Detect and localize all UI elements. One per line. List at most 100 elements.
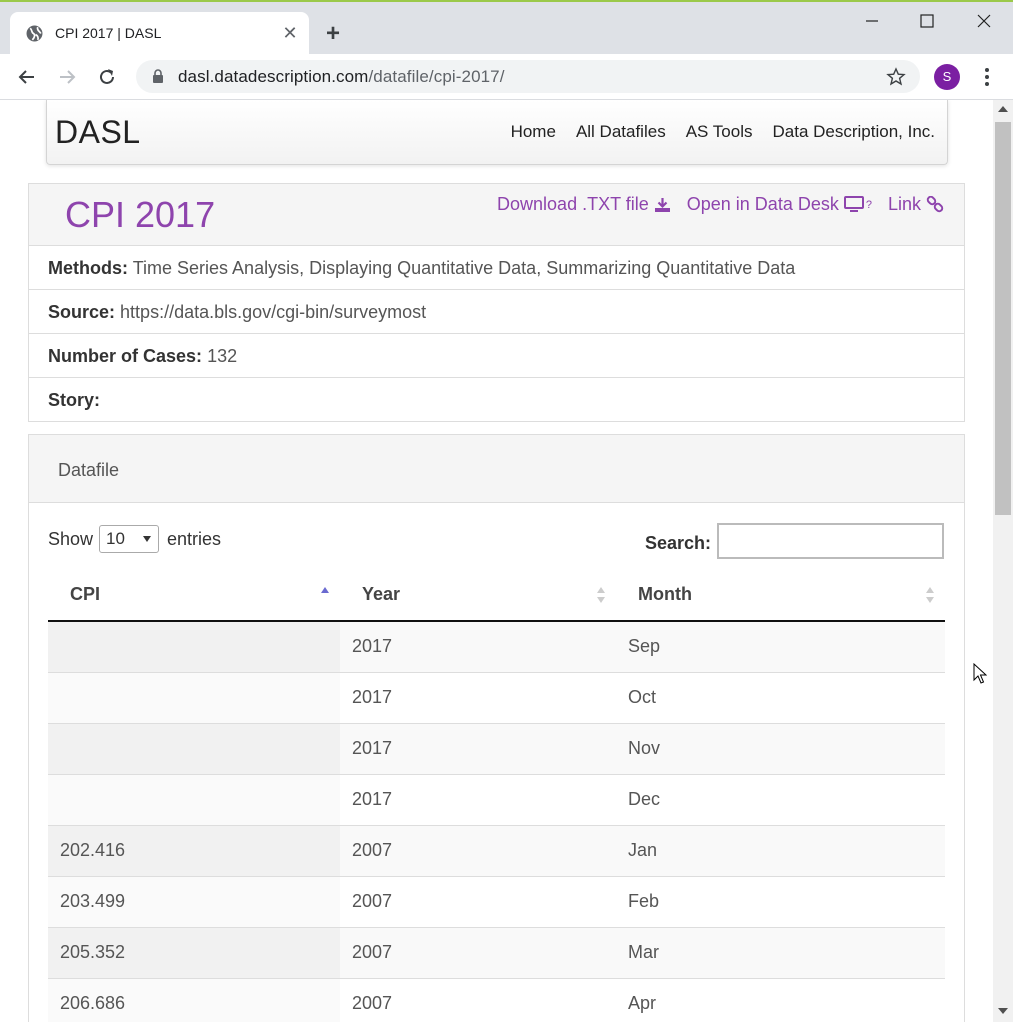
table-row: 2017 Dec — [48, 773, 945, 825]
cell-year: 2007 — [340, 824, 616, 876]
cell-cpi: 206.686 — [48, 977, 340, 1022]
methods-row: Methods: Time Series Analysis, Displayin… — [29, 246, 964, 290]
maximize-icon[interactable] — [914, 10, 940, 32]
cell-cpi — [48, 621, 340, 672]
cell-month: Mar — [616, 926, 945, 978]
table-row: 206.686 2007 Apr — [48, 977, 945, 1022]
brand-logo[interactable]: DASL — [55, 114, 141, 151]
chain-link-icon — [926, 195, 944, 212]
window-close-icon[interactable] — [971, 10, 997, 32]
cell-year: 2017 — [340, 621, 616, 672]
entries-value: 10 — [106, 529, 125, 548]
sort-both-icon — [926, 587, 934, 603]
sort-ascending-icon — [321, 587, 329, 593]
table-controls: Show 10 entries Search: — [29, 503, 964, 575]
url-path: /datafile/cpi-2017/ — [368, 67, 505, 86]
column-label: CPI — [70, 584, 101, 604]
nav-as-tools[interactable]: AS Tools — [686, 122, 753, 142]
cases-value: 132 — [207, 346, 238, 366]
cell-cpi — [48, 722, 340, 774]
datafile-heading: Datafile — [29, 435, 964, 503]
column-header-month[interactable]: Month — [616, 569, 945, 622]
column-header-cpi[interactable]: CPI — [48, 569, 340, 622]
tab-close-icon[interactable]: ✕ — [280, 22, 300, 44]
scroll-up-arrow-icon[interactable] — [998, 106, 1008, 112]
back-arrow-icon[interactable] — [16, 66, 38, 88]
reload-icon[interactable] — [96, 66, 118, 88]
site-navbar: DASL Home All Datafiles AS Tools Data De… — [46, 100, 948, 165]
methods-label: Methods: — [48, 258, 128, 278]
column-label: Year — [362, 584, 401, 604]
cell-year: 2007 — [340, 926, 616, 978]
dataset-header: CPI 2017 Download .TXT file Open in Data… — [29, 184, 964, 246]
cell-cpi — [48, 773, 340, 825]
cases-label: Number of Cases: — [48, 346, 203, 366]
new-tab-icon[interactable]: + — [326, 22, 340, 46]
cell-month: Sep — [616, 621, 945, 672]
download-icon — [654, 197, 670, 212]
cell-year: 2017 — [340, 773, 616, 825]
kebab-menu-icon[interactable] — [977, 66, 997, 88]
cell-year: 2007 — [340, 875, 616, 927]
cell-month: Apr — [616, 977, 945, 1022]
download-txt-link[interactable]: Download .TXT file — [497, 194, 671, 215]
table-row: 2017 Nov — [48, 722, 945, 774]
show-entries: Show 10 entries — [48, 525, 221, 553]
cell-month: Nov — [616, 722, 945, 774]
browser-tab[interactable]: CPI 2017 | DASL ✕ — [10, 12, 309, 56]
source-label: Source: — [48, 302, 116, 322]
table-row: 202.416 2007 Jan — [48, 824, 945, 876]
profile-avatar[interactable]: S — [934, 64, 960, 90]
browser-titlebar: CPI 2017 | DASL ✕ + — [0, 0, 1013, 56]
monitor-icon — [843, 196, 864, 212]
scroll-down-arrow-icon[interactable] — [998, 1008, 1008, 1014]
cell-month: Oct — [616, 671, 945, 723]
page-scrollbar[interactable] — [993, 100, 1013, 1022]
methods-value: Time Series Analysis, Displaying Quantit… — [132, 258, 796, 278]
cell-year: 2007 — [340, 977, 616, 1022]
minimize-icon[interactable] — [859, 10, 885, 32]
show-label: Show — [48, 528, 94, 549]
permalink-link[interactable]: Link — [888, 194, 944, 215]
data-table: CPI Year Month 2017 Sep 2017 Oct 2017 No… — [48, 569, 945, 1022]
bookmark-star-icon[interactable] — [886, 67, 906, 87]
url-text: dasl.datadescription.com/datafile/cpi-20… — [178, 67, 505, 87]
cell-cpi: 202.416 — [48, 824, 340, 876]
dropdown-arrow-icon — [143, 536, 152, 542]
entries-label: entries — [167, 528, 222, 549]
nav-home[interactable]: Home — [511, 122, 556, 142]
address-bar[interactable]: dasl.datadescription.com/datafile/cpi-20… — [136, 60, 920, 93]
table-row: 2017 Oct — [48, 671, 945, 723]
nav-all-datafiles[interactable]: All Datafiles — [576, 122, 666, 142]
sort-both-icon — [597, 587, 605, 603]
cell-month: Dec — [616, 773, 945, 825]
column-header-year[interactable]: Year — [340, 569, 616, 622]
search-label: Search: — [645, 533, 712, 553]
search-input[interactable] — [717, 523, 944, 559]
table-row: 203.499 2007 Feb — [48, 875, 945, 927]
cell-cpi — [48, 671, 340, 723]
browser-toolbar: dasl.datadescription.com/datafile/cpi-20… — [0, 54, 1013, 100]
cell-month: Feb — [616, 875, 945, 927]
lock-icon — [153, 69, 163, 83]
globe-icon — [26, 25, 43, 42]
table-row: 205.352 2007 Mar — [48, 926, 945, 978]
table-row: 2017 Sep — [48, 621, 945, 672]
open-desk-label: Open in Data Desk — [686, 194, 839, 214]
dataset-actions: Download .TXT file Open in Data Desk ? L… — [497, 194, 944, 215]
story-label: Story: — [48, 390, 101, 410]
cell-cpi: 203.499 — [48, 875, 340, 927]
cell-month: Jan — [616, 824, 945, 876]
tab-title: CPI 2017 | DASL — [55, 25, 162, 41]
table-header-row: CPI Year Month — [48, 569, 945, 622]
scrollbar-thumb[interactable] — [995, 122, 1011, 515]
nav-data-description[interactable]: Data Description, Inc. — [772, 122, 935, 142]
column-label: Month — [638, 584, 692, 604]
source-value: https://data.bls.gov/cgi-bin/surveymost — [120, 302, 427, 322]
forward-arrow-icon[interactable] — [56, 66, 78, 88]
open-data-desk-link[interactable]: Open in Data Desk ? — [687, 194, 872, 215]
dataset-info-panel: CPI 2017 Download .TXT file Open in Data… — [28, 183, 965, 422]
page-viewport: DASL Home All Datafiles AS Tools Data De… — [0, 100, 993, 1022]
url-host: dasl.datadescription.com — [178, 67, 369, 86]
entries-select[interactable]: 10 — [99, 525, 160, 553]
